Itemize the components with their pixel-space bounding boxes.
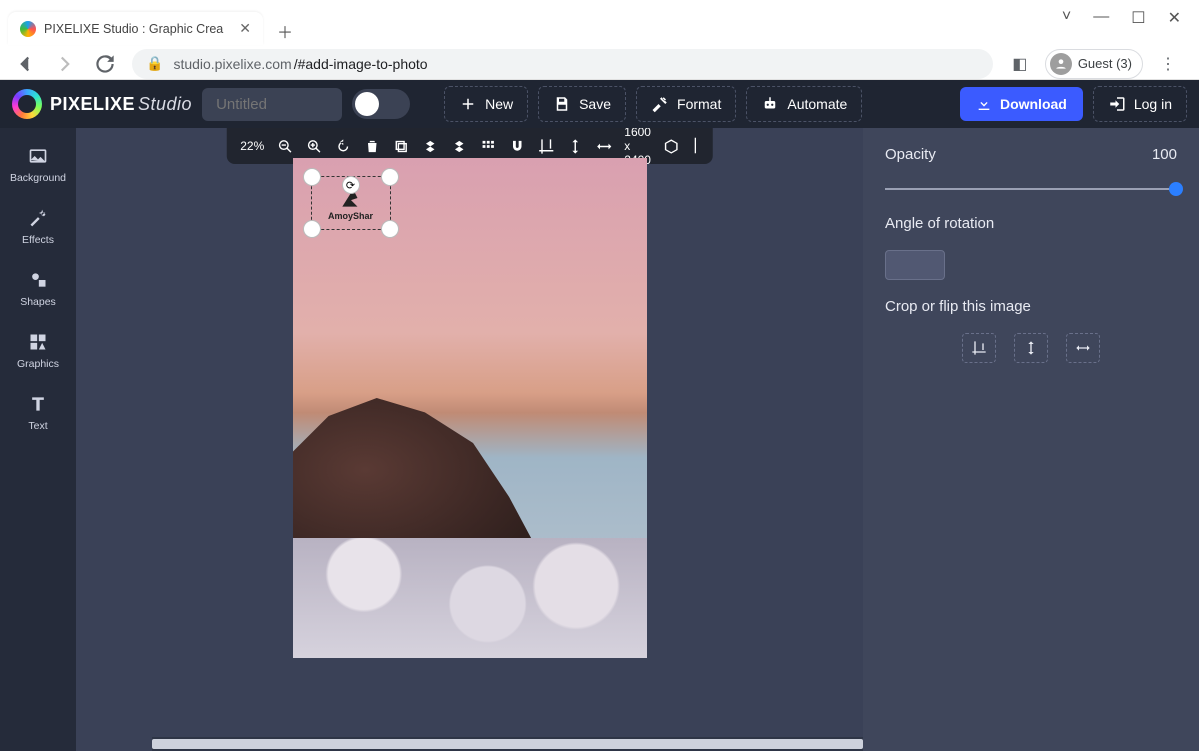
sidebar-item-label: Effects xyxy=(22,234,54,246)
horizontal-scrollbar[interactable] xyxy=(152,737,863,751)
lock-icon: 🔒 xyxy=(146,55,163,72)
kebab-menu-icon[interactable]: ⋮ xyxy=(1155,51,1181,77)
sidebar-item-label: Graphics xyxy=(17,358,59,370)
resize-handle-tr[interactable] xyxy=(381,168,399,186)
app-logo[interactable]: PIXELIXEStudio xyxy=(12,89,192,119)
selection-overlay[interactable]: AmoyShar ⟳ xyxy=(303,168,399,238)
sidebar-item-background[interactable]: Background xyxy=(0,140,76,190)
magnet-icon[interactable] xyxy=(508,138,525,155)
flip-vertical-button[interactable] xyxy=(1014,333,1048,363)
sidebar-item-label: Background xyxy=(10,172,66,184)
automate-button[interactable]: Automate xyxy=(746,86,862,122)
bring-forward-icon[interactable] xyxy=(450,138,467,155)
crop-label: Crop or flip this image xyxy=(885,298,1177,315)
sidebar-item-effects[interactable]: Effects xyxy=(0,202,76,252)
canvas-image[interactable]: AmoyShar ⟳ xyxy=(293,158,647,658)
format-label: Format xyxy=(677,96,721,112)
automate-label: Automate xyxy=(787,96,847,112)
cube-icon[interactable] xyxy=(663,138,680,155)
sidebar: Background Effects Shapes Graphics Text xyxy=(0,128,76,751)
copy-icon[interactable] xyxy=(392,138,409,155)
nav-back-icon[interactable] xyxy=(12,51,38,77)
logo-main: PIXELIXE xyxy=(50,94,135,114)
guest-profile-button[interactable]: Guest (3) xyxy=(1045,49,1143,79)
undo-icon[interactable] xyxy=(334,138,351,155)
new-label: New xyxy=(485,96,513,112)
opacity-slider[interactable] xyxy=(885,181,1177,197)
tab-title: PIXELIXE Studio : Graphic Crea xyxy=(44,22,223,36)
new-button[interactable]: New xyxy=(444,86,528,122)
nav-reload-icon[interactable] xyxy=(92,51,118,77)
address-bar[interactable]: 🔒 studio.pixelixe.com/#add-image-to-phot… xyxy=(132,49,993,79)
extensions-icon[interactable]: ◧ xyxy=(1007,51,1033,77)
app-main: Background Effects Shapes Graphics Text … xyxy=(0,128,1199,751)
login-button[interactable]: Log in xyxy=(1093,86,1187,122)
opacity-value: 100 xyxy=(1152,146,1177,163)
rotate-handle-icon[interactable]: ⟳ xyxy=(342,176,360,194)
format-button[interactable]: Format xyxy=(636,86,736,122)
toggle-knob xyxy=(355,92,379,116)
guest-label: Guest (3) xyxy=(1078,56,1132,71)
browser-chrome: ˅ — ☐ ✕ PIXELIXE Studio : Graphic Crea ✕… xyxy=(0,0,1199,80)
new-tab-button[interactable]: ＋ xyxy=(271,17,299,45)
theme-toggle[interactable] xyxy=(352,89,410,119)
angle-label: Angle of rotation xyxy=(885,215,1177,232)
sidebar-item-graphics[interactable]: Graphics xyxy=(0,326,76,376)
login-label: Log in xyxy=(1134,96,1172,112)
sidebar-item-text[interactable]: Text xyxy=(0,388,76,438)
zoom-in-icon[interactable] xyxy=(305,138,322,155)
sidebar-item-label: Shapes xyxy=(20,296,56,308)
download-button[interactable]: Download xyxy=(960,87,1083,121)
zoom-level: 22% xyxy=(240,139,264,153)
sidebar-item-label: Text xyxy=(28,420,47,432)
browser-tab[interactable]: PIXELIXE Studio : Graphic Crea ✕ xyxy=(8,12,263,45)
zoom-out-icon[interactable] xyxy=(276,138,293,155)
nav-forward-icon xyxy=(52,51,78,77)
url-host: studio.pixelixe.com xyxy=(173,56,291,72)
send-backward-icon[interactable] xyxy=(421,138,438,155)
flip-horizontal-button[interactable] xyxy=(1066,333,1100,363)
resize-handle-tl[interactable] xyxy=(303,168,321,186)
logo-sub: Studio xyxy=(138,94,192,114)
selected-graphic-label: AmoyShar xyxy=(328,211,373,221)
resize-handle-br[interactable] xyxy=(381,220,399,238)
scrollbar-thumb[interactable] xyxy=(152,739,863,749)
angle-input[interactable] xyxy=(886,251,945,279)
save-label: Save xyxy=(579,96,611,112)
url-path: /#add-image-to-photo xyxy=(294,56,428,72)
properties-panel: Opacity 100 Angle of rotation + - Crop o… xyxy=(863,128,1199,751)
document-title-input[interactable] xyxy=(202,88,342,121)
sidebar-item-shapes[interactable]: Shapes xyxy=(0,264,76,314)
more-icon[interactable]: ⎮ xyxy=(692,138,699,154)
download-label: Download xyxy=(1000,96,1067,112)
logo-ring-icon xyxy=(12,89,42,119)
delete-icon[interactable] xyxy=(363,138,380,155)
avatar-icon xyxy=(1050,53,1072,75)
angle-stepper[interactable]: + - xyxy=(885,250,945,280)
app-header: PIXELIXEStudio New Save Format Automate … xyxy=(0,80,1199,128)
canvas-foam-shape xyxy=(293,538,647,658)
grid-icon[interactable] xyxy=(479,138,496,155)
tab-close-icon[interactable]: ✕ xyxy=(239,20,251,37)
crop-icon[interactable] xyxy=(537,138,554,155)
save-button[interactable]: Save xyxy=(538,86,626,122)
tab-favicon-icon xyxy=(20,21,36,37)
app-root: PIXELIXEStudio New Save Format Automate … xyxy=(0,80,1199,751)
slider-thumb[interactable] xyxy=(1169,182,1183,196)
height-resize-icon[interactable] xyxy=(566,138,583,155)
resize-handle-bl[interactable] xyxy=(303,220,321,238)
opacity-label: Opacity xyxy=(885,146,936,163)
width-resize-icon[interactable] xyxy=(595,138,612,155)
slider-track xyxy=(885,188,1177,190)
crop-tool-button[interactable] xyxy=(962,333,996,363)
canvas-area[interactable]: 22% 1600 x 2400 ⎮ xyxy=(76,128,863,751)
